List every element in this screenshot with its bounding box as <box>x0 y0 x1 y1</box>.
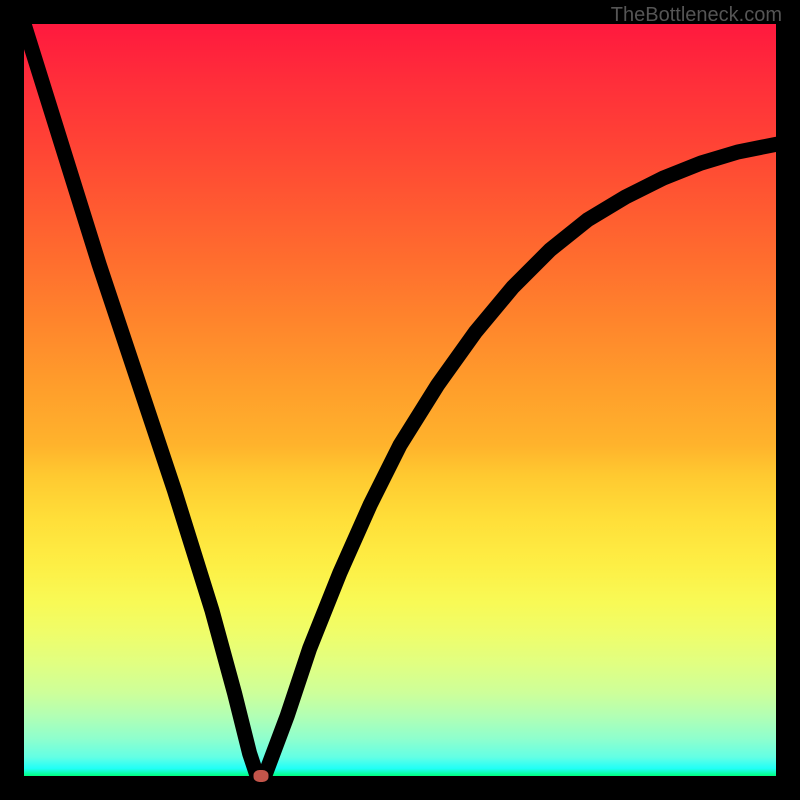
optimal-marker <box>253 770 268 782</box>
watermark-label: TheBottleneck.com <box>611 4 782 27</box>
chart-svg <box>24 24 776 776</box>
chart-plot-area <box>24 24 776 776</box>
bottleneck-curve <box>24 24 776 776</box>
